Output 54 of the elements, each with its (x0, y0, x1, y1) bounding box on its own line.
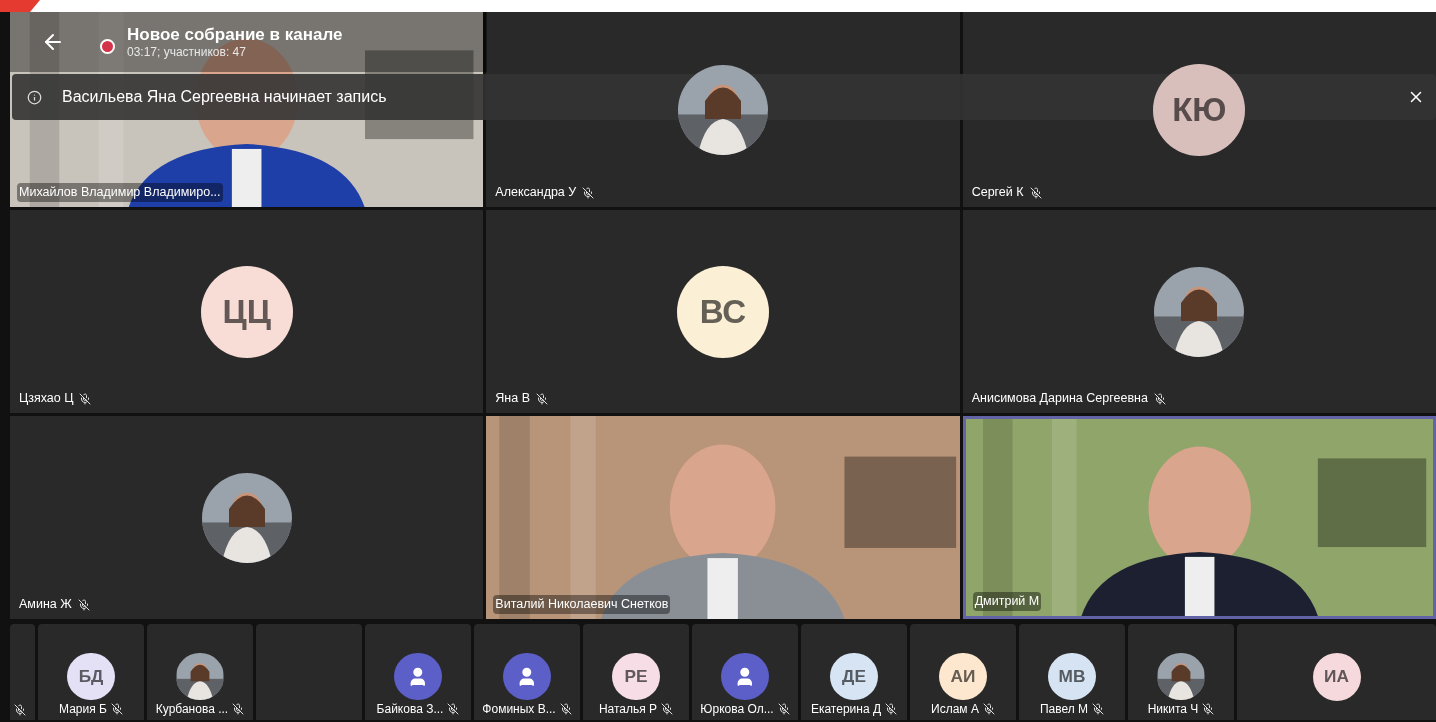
avatar-initials: БД (67, 653, 115, 700)
participant-tile[interactable]: РЕ Наталья Р (583, 624, 689, 720)
participant-name: Наталья Р (598, 701, 658, 718)
person-avatar-icon (394, 653, 442, 700)
participant-tile[interactable]: ВС Яна В (486, 210, 960, 413)
participant-name: Цзяхао Ц (18, 390, 75, 408)
participant-tile[interactable]: Дмитрий М (962, 416, 1436, 619)
person-avatar-icon (721, 653, 769, 700)
participant-name: Амина Ж (18, 596, 73, 614)
participant-tile[interactable] (10, 624, 35, 720)
participant-name: Фоминых В... (482, 701, 556, 718)
participant-tile[interactable]: Виталий Николаевич Снетков (486, 416, 960, 619)
corner-stripe-icon (0, 0, 40, 12)
participant-tile[interactable]: Юркова Ол... (692, 624, 798, 720)
participant-tile[interactable]: МВ Павел М (1019, 624, 1125, 720)
participant-tile[interactable]: Фоминых В... (474, 624, 580, 720)
participant-tile[interactable]: Амина Ж (10, 416, 484, 619)
avatar-initials: ИА (1312, 653, 1361, 701)
meeting-subtitle: 03:17; участников: 47 (127, 45, 247, 61)
participant-tile[interactable]: Анисимова Дарина Сергеевна (962, 210, 1436, 413)
avatar-initials: ВС (677, 265, 769, 358)
participant-tile[interactable]: Байкова З... (365, 624, 471, 720)
participant-name: Павел М (1039, 701, 1089, 718)
avatar-initials: МВ (1048, 653, 1096, 700)
participant-tile[interactable]: ЦЦ Цзяхао Ц (10, 210, 484, 413)
meeting-title: Новое собрание в канале (127, 23, 343, 46)
participant-tile[interactable]: БД Мария Б (38, 624, 144, 720)
participant-tile[interactable]: Никита Ч (1128, 624, 1234, 720)
info-icon (27, 89, 42, 105)
participant-name: Юркова Ол... (700, 701, 774, 718)
participant-tile[interactable]: Курбанова ... (147, 624, 253, 720)
participant-name: Екатерина Д (810, 701, 882, 718)
participant-tile[interactable]: ИА (1237, 624, 1436, 720)
participant-name: Сергей К (970, 184, 1025, 202)
participant-name: Ислам А (931, 701, 979, 718)
participant-name: Виталий Николаевич Снетков (493, 595, 671, 614)
avatar-initials: ДЕ (830, 653, 878, 700)
participant-name: Байкова З... (376, 701, 444, 718)
avatar-initials: ЦЦ (200, 265, 293, 358)
participant-tile[interactable] (256, 624, 362, 720)
participant-name: Мария Б (59, 701, 107, 718)
avatar-initials: АИ (939, 653, 987, 700)
participant-name: Анисимова Дарина Сергеевна (970, 390, 1149, 408)
participant-tile[interactable]: ДЕ Екатерина Д (801, 624, 907, 720)
person-avatar-icon (503, 653, 551, 700)
avatar-initials: РЕ (612, 653, 660, 700)
participant-name: Курбанова ... (155, 701, 229, 718)
participant-tile[interactable]: АИ Ислам А (910, 624, 1016, 720)
avatar-initials: КЮ (1153, 63, 1246, 156)
participant-name: Дмитрий М (972, 592, 1042, 611)
participant-name: Яна В (494, 390, 532, 408)
participant-name: Александра У (494, 184, 578, 202)
notification-text: Васильева Яна Сергеевна начинает запись (62, 87, 387, 107)
participant-name: Никита Ч (1147, 701, 1199, 718)
